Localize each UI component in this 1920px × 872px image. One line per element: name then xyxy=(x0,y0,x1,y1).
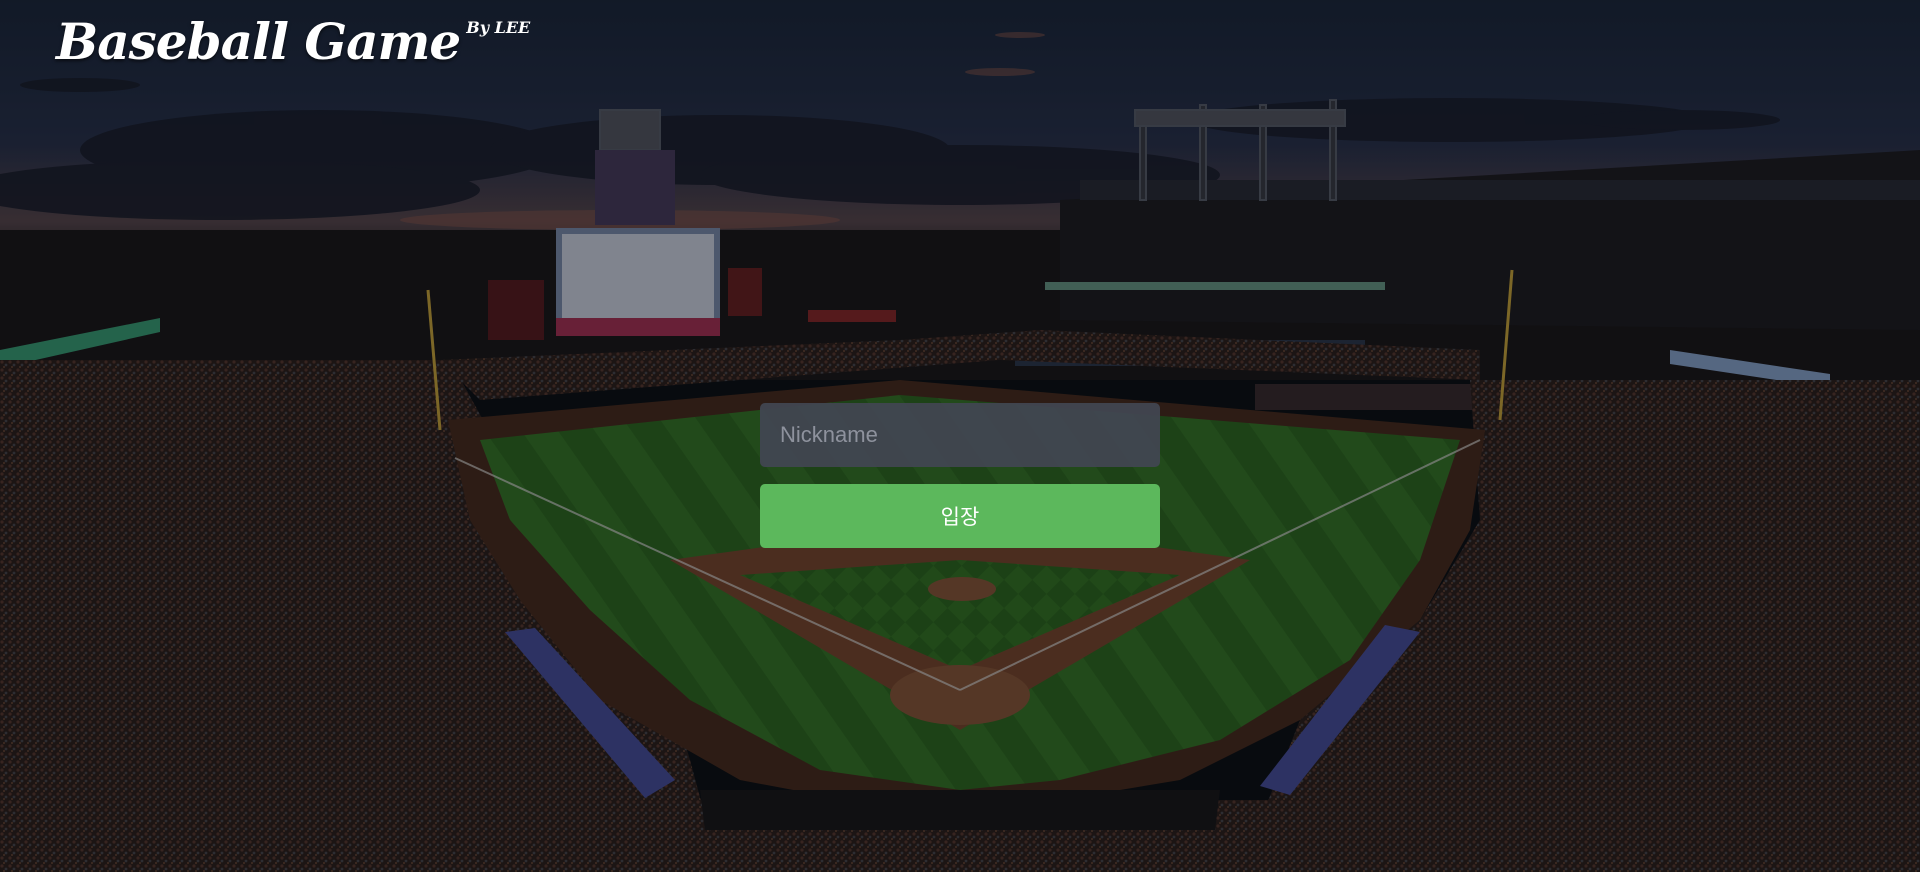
stadium-background: Baseball Game By LEE 입장 xyxy=(0,0,1920,872)
logo-title: Baseball Game xyxy=(56,12,461,71)
nickname-input[interactable] xyxy=(760,403,1160,467)
app-logo: Baseball Game By LEE xyxy=(56,10,530,90)
nickname-form: 입장 xyxy=(760,403,1160,548)
enter-button[interactable]: 입장 xyxy=(760,484,1160,548)
logo-byline: By LEE xyxy=(466,18,531,37)
